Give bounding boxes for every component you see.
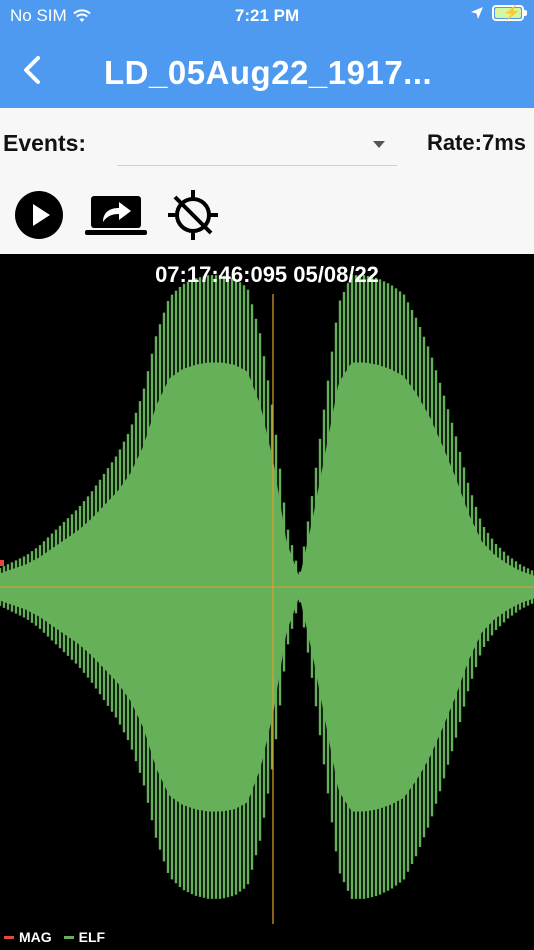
charging-bolt-icon: ⚡ <box>503 4 521 20</box>
events-label: Events: <box>3 130 87 156</box>
back-chevron-icon[interactable] <box>18 50 48 90</box>
page-title: LD_05Aug22_1917... <box>104 54 433 91</box>
legend-label-elf: ELF <box>78 929 106 945</box>
rate-readout: Rate:7ms <box>427 130 526 156</box>
rate-label: Rate: <box>426 130 482 155</box>
location-arrow-icon <box>471 7 483 19</box>
app-header: No SIM 7:21 PM ⚡ LD_05Aug22_1917... <box>0 0 534 108</box>
chart-timestamp: 07:17:46:095 05/08/22 <box>155 262 379 287</box>
play-button[interactable] <box>12 188 66 242</box>
legend-item-mag: MAG <box>4 929 52 945</box>
mag-marker <box>0 560 4 566</box>
events-dropdown[interactable] <box>117 124 397 166</box>
status-right: ⚡ <box>470 4 527 21</box>
share-screen-button[interactable] <box>84 188 148 242</box>
share-screen-icon <box>85 196 147 235</box>
legend-item-elf: ELF <box>63 929 106 945</box>
nav-bar: LD_05Aug22_1917... <box>0 40 534 100</box>
legend-swatch-mag <box>4 935 14 939</box>
status-bar: No SIM 7:21 PM ⚡ <box>0 0 534 32</box>
location-off-button[interactable] <box>164 188 222 242</box>
no-location-icon <box>168 190 218 240</box>
battery-icon: ⚡ <box>492 4 527 21</box>
rate-value: 7ms <box>481 130 526 155</box>
legend-label-mag: MAG <box>19 929 52 945</box>
dropdown-arrow-icon <box>373 141 385 148</box>
waveform-svg <box>0 275 534 924</box>
controls-panel: Events: Rate:7ms <box>0 108 534 254</box>
waveform-chart[interactable]: 07:17:46:095 05/08/22 <box>0 254 534 924</box>
play-icon <box>15 191 63 239</box>
legend-swatch-elf <box>63 935 74 939</box>
chart-legend: MAG ELF <box>0 924 534 950</box>
status-time: 7:21 PM <box>234 6 300 25</box>
